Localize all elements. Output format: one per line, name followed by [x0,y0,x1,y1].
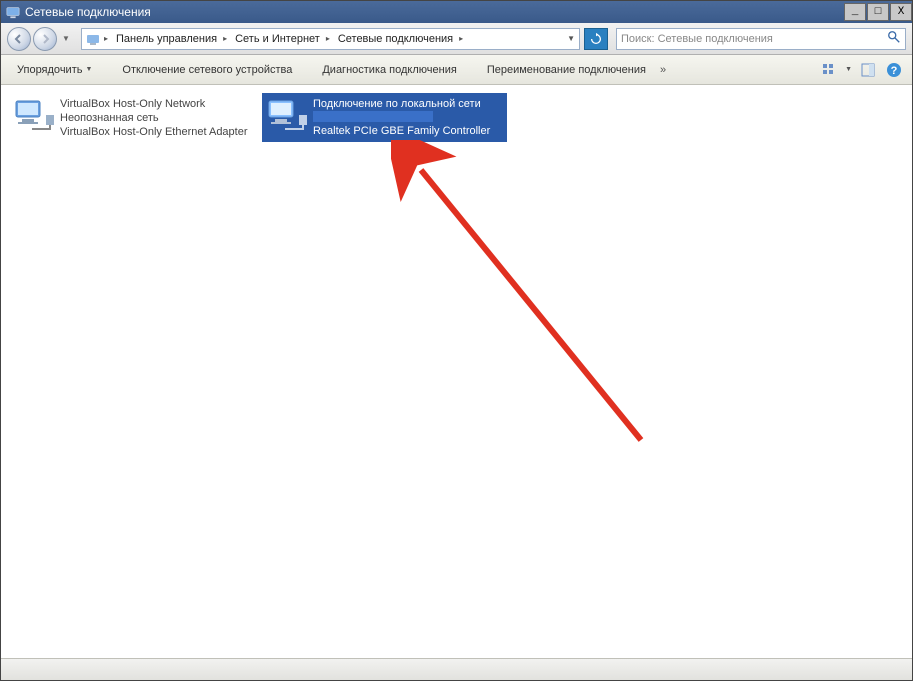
address-dropdown[interactable]: ▼ [567,34,575,43]
breadcrumb-separator[interactable]: ▸ [324,34,332,43]
annotation-arrow [391,140,671,460]
connection-item-selected[interactable]: Подключение по локальной сети Realtek PC… [262,93,507,142]
rename-button[interactable]: Переименование подключения [479,61,654,79]
search-placeholder: Поиск: Сетевые подключения [621,33,773,45]
connection-device: Realtek PCIe GBE Family Controller [313,124,490,138]
breadcrumb-item[interactable]: Панель управления [110,29,221,49]
breadcrumb-item[interactable]: Сеть и Интернет [229,29,324,49]
chevron-down-icon: ▼ [845,66,852,73]
view-options-button[interactable] [819,60,839,80]
connection-name: Подключение по локальной сети [313,97,490,111]
chevron-down-icon: ▼ [85,66,92,73]
diagnose-button[interactable]: Диагностика подключения [314,61,464,79]
search-input[interactable]: Поиск: Сетевые подключения [616,28,906,50]
breadcrumb-separator[interactable]: ▸ [102,34,110,43]
connection-status-redacted [313,111,433,122]
forward-button[interactable] [33,27,57,51]
maximize-button[interactable]: □ [867,3,889,21]
window-title: Сетевые подключения [25,5,151,19]
breadcrumb-separator[interactable]: ▸ [221,34,229,43]
disable-device-button[interactable]: Отключение сетевого устройства [114,61,300,79]
connection-item[interactable]: VirtualBox Host-Only Network Неопознанна… [9,93,254,143]
network-adapter-icon [12,97,54,135]
network-adapter-icon [265,97,307,135]
app-icon [5,4,21,20]
breadcrumb-item[interactable]: Сетевые подключения [332,29,457,49]
titlebar: Сетевые подключения _ □ X [1,1,912,23]
refresh-button[interactable] [584,28,608,50]
connection-status: Неопознанная сеть [60,111,248,125]
status-bar [1,658,912,680]
back-button[interactable] [7,27,31,51]
svg-text:?: ? [891,65,898,77]
address-bar[interactable]: ▸ Панель управления ▸ Сеть и Интернет ▸ … [81,28,580,50]
content-area[interactable]: VirtualBox Host-Only Network Неопознанна… [1,85,912,658]
navigation-bar: ▼ ▸ Панель управления ▸ Сеть и Интернет … [1,23,912,55]
close-button[interactable]: X [890,3,912,21]
minimize-button[interactable]: _ [844,3,866,21]
location-icon [84,30,102,48]
more-commands-dropdown[interactable]: » [658,64,668,76]
search-icon [887,30,901,47]
help-button[interactable]: ? [884,60,904,80]
connection-device: VirtualBox Host-Only Ethernet Adapter [60,125,248,139]
history-dropdown[interactable]: ▼ [59,29,73,49]
preview-pane-button[interactable] [858,60,878,80]
command-toolbar: Упорядочить ▼ Отключение сетевого устрой… [1,55,912,85]
breadcrumb-separator[interactable]: ▸ [457,34,465,43]
connection-name: VirtualBox Host-Only Network [60,97,248,111]
organize-menu[interactable]: Упорядочить ▼ [9,61,100,79]
